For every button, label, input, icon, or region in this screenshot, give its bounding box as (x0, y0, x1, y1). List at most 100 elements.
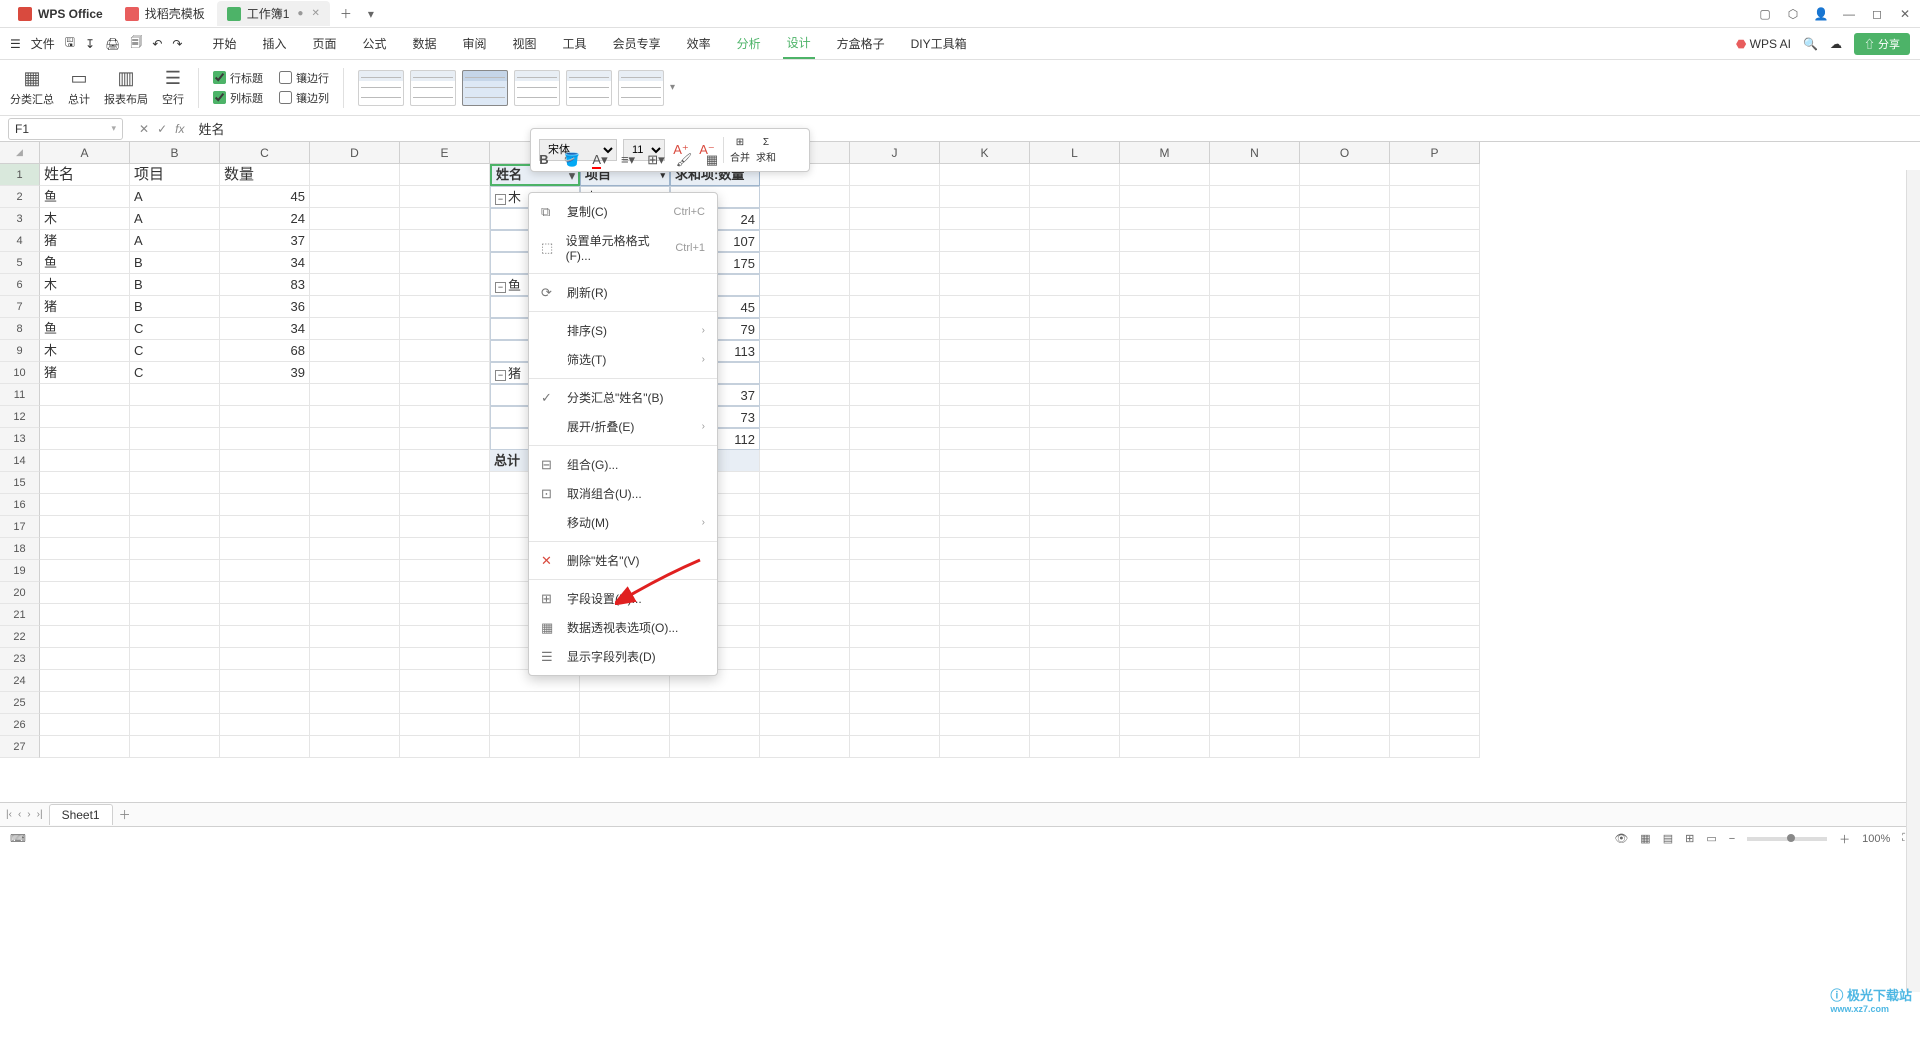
cell[interactable] (760, 626, 850, 648)
cell[interactable] (130, 406, 220, 428)
cell[interactable] (310, 318, 400, 340)
cell[interactable] (1030, 164, 1120, 186)
col-header[interactable]: O (1300, 142, 1390, 164)
undo-icon[interactable]: ↶ (152, 37, 162, 51)
select-all-corner[interactable]: ◢ (0, 142, 40, 164)
cell[interactable]: 木 (40, 274, 130, 296)
cell[interactable] (760, 450, 850, 472)
cell[interactable] (1300, 736, 1390, 758)
cell[interactable] (760, 714, 850, 736)
cell[interactable] (400, 230, 490, 252)
cell[interactable] (850, 296, 940, 318)
col-header[interactable]: M (1120, 142, 1210, 164)
format-painter-icon[interactable]: 🖌 (674, 152, 694, 184)
cell[interactable] (850, 472, 940, 494)
cell[interactable] (490, 736, 580, 758)
cell[interactable] (1030, 626, 1120, 648)
tab-diy[interactable]: DIY工具箱 (907, 29, 971, 58)
zoom-in-icon[interactable]: ＋ (1839, 831, 1850, 847)
view-eye-icon[interactable]: 👁 (1614, 832, 1628, 845)
cell[interactable] (310, 362, 400, 384)
cell[interactable]: 数量 (220, 164, 310, 186)
cell[interactable] (220, 604, 310, 626)
cell[interactable] (580, 692, 670, 714)
cell[interactable] (1210, 648, 1300, 670)
cell[interactable] (940, 670, 1030, 692)
cell[interactable] (400, 494, 490, 516)
cell[interactable] (400, 384, 490, 406)
ctx-ungroup[interactable]: ⊡取消组合(U)... (529, 479, 717, 508)
cell[interactable] (1120, 450, 1210, 472)
export-icon[interactable]: ↧ (85, 37, 95, 51)
merge-button[interactable]: ⊞合并 (730, 137, 750, 164)
ctx-show-fields[interactable]: ☰显示字段列表(D) (529, 642, 717, 671)
cell[interactable] (490, 714, 580, 736)
col-header[interactable]: D (310, 142, 400, 164)
cell[interactable] (1120, 230, 1210, 252)
cell[interactable] (130, 736, 220, 758)
cell[interactable] (400, 362, 490, 384)
cell[interactable] (310, 560, 400, 582)
cell[interactable]: B (130, 252, 220, 274)
cell[interactable] (760, 428, 850, 450)
cell[interactable] (1300, 494, 1390, 516)
cell[interactable] (310, 406, 400, 428)
cell[interactable] (940, 714, 1030, 736)
cell[interactable] (1120, 648, 1210, 670)
cell[interactable]: 鱼 (40, 186, 130, 208)
cell[interactable] (40, 516, 130, 538)
cell[interactable] (1390, 670, 1480, 692)
cell[interactable] (1390, 582, 1480, 604)
tab-view[interactable]: 视图 (509, 29, 541, 58)
redo-icon[interactable]: ↷ (172, 37, 182, 51)
cell[interactable] (130, 648, 220, 670)
row-header[interactable]: 25 (0, 692, 40, 714)
cell[interactable] (310, 604, 400, 626)
cell[interactable] (1210, 538, 1300, 560)
cell[interactable] (40, 604, 130, 626)
cell[interactable] (1030, 604, 1120, 626)
style-thumb[interactable] (618, 70, 664, 106)
cell[interactable] (760, 670, 850, 692)
cell[interactable] (940, 230, 1030, 252)
cell[interactable] (400, 692, 490, 714)
cell[interactable] (1390, 560, 1480, 582)
cell[interactable] (1030, 714, 1120, 736)
cell[interactable] (1030, 516, 1120, 538)
cell[interactable] (400, 582, 490, 604)
cell[interactable] (1030, 670, 1120, 692)
row-header[interactable]: 24 (0, 670, 40, 692)
cell[interactable] (1300, 714, 1390, 736)
name-box[interactable]: F1▾ (8, 118, 123, 140)
cell[interactable] (40, 626, 130, 648)
cell[interactable] (1210, 516, 1300, 538)
cell[interactable]: B (130, 296, 220, 318)
cell[interactable] (670, 736, 760, 758)
style-thumb[interactable] (514, 70, 560, 106)
cell[interactable] (40, 450, 130, 472)
cell[interactable] (220, 406, 310, 428)
hamburger-icon[interactable]: ☰ (10, 37, 21, 51)
row-header[interactable]: 5 (0, 252, 40, 274)
row-header[interactable]: 23 (0, 648, 40, 670)
cell[interactable] (1390, 186, 1480, 208)
cell[interactable] (1300, 428, 1390, 450)
cell[interactable] (850, 560, 940, 582)
add-sheet-button[interactable]: ＋ (119, 806, 131, 823)
cell[interactable] (1390, 692, 1480, 714)
cell[interactable] (1300, 538, 1390, 560)
row-header[interactable]: 8 (0, 318, 40, 340)
col-header[interactable]: N (1210, 142, 1300, 164)
cell[interactable] (850, 230, 940, 252)
cell[interactable] (1390, 274, 1480, 296)
cell[interactable] (310, 296, 400, 318)
cell[interactable] (310, 208, 400, 230)
cell[interactable] (1030, 340, 1120, 362)
cell[interactable] (310, 538, 400, 560)
cell[interactable] (1120, 428, 1210, 450)
cell[interactable] (130, 384, 220, 406)
ctx-field-settings[interactable]: ⊞字段设置(N)... (529, 584, 717, 613)
cell[interactable]: 姓名 (40, 164, 130, 186)
cell[interactable] (310, 582, 400, 604)
cell[interactable] (850, 736, 940, 758)
